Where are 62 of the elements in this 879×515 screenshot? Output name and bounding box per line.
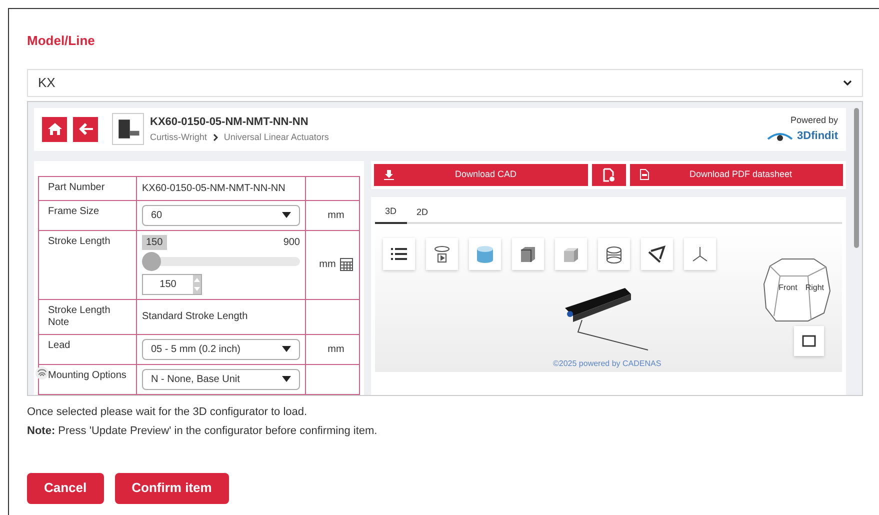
home-button[interactable]: [42, 116, 67, 142]
pdf-file-icon: [640, 169, 648, 180]
row-label: Stroke Length Note: [48, 304, 112, 328]
cell-value: KX60-0150-05-NM-NMT-NN-NN: [142, 182, 286, 196]
confirm-button[interactable]: Confirm item: [114, 472, 229, 504]
breadcrumb-link[interactable]: Curtiss-Wright: [150, 130, 207, 144]
number-field[interactable]: 150: [142, 274, 202, 294]
info-text: Note: Press 'Update Preview' in the configurator before confirming item.: [27, 424, 378, 439]
row-label: Stroke Length: [48, 236, 112, 248]
row-label: Lead: [48, 340, 72, 352]
chevron-right-icon: [212, 134, 218, 141]
download-icon: [384, 170, 394, 180]
brand-logo: 3Dfindit: [797, 128, 838, 144]
view-cube-drawing: [762, 256, 832, 322]
select-field[interactable]: N - None, Base Unit: [142, 368, 300, 390]
part-number-title: KX60-0150-05-NM-NMT-NN-NN: [150, 115, 310, 130]
home-icon: [48, 123, 62, 135]
info-text: Once selected please wait for the 3D configurator to load.: [27, 404, 308, 420]
cancel-button[interactable]: Cancel: [27, 472, 104, 504]
row-label: Part Number: [48, 182, 106, 194]
breadcrumb-link[interactable]: Universal Linear Actuators: [224, 130, 329, 144]
tool-button[interactable]: [641, 238, 673, 270]
fingerprint-icon[interactable]: [35, 366, 49, 380]
slider-min: 150: [142, 234, 167, 250]
unit-label: mm: [328, 342, 344, 356]
unit-label: mm: [319, 258, 336, 272]
cube-face-label: Right: [805, 282, 824, 294]
download-button[interactable]: Download CAD: [374, 164, 588, 186]
tool-button[interactable]: [598, 238, 630, 270]
calculator-icon[interactable]: [340, 258, 353, 271]
view-tab[interactable]: 2D: [406, 204, 438, 224]
scrollbar[interactable]: [854, 108, 859, 248]
select-field[interactable]: 05 - 5 mm (0.2 inch): [142, 338, 300, 360]
fullscreen-icon: [801, 334, 817, 348]
unit-label: mm: [328, 208, 344, 222]
slider-max: 900: [283, 236, 300, 250]
measure-icon: [646, 244, 668, 264]
row-label: Mounting Options: [48, 370, 127, 382]
section-title: Model/Line: [27, 32, 96, 50]
product-thumbnail-icon: [112, 113, 144, 145]
settings-file-button[interactable]: [592, 164, 626, 186]
cell-value: Standard Stroke Length: [142, 310, 249, 324]
row-label: Frame Size: [48, 206, 100, 218]
model-select[interactable]: KX: [27, 68, 863, 96]
back-button[interactable]: [73, 116, 98, 142]
chevron-down-icon: [843, 80, 852, 86]
download-button[interactable]: Download PDF datasheet: [630, 164, 843, 186]
tool-button[interactable]: [512, 238, 544, 270]
arrow-left-icon: [78, 123, 92, 135]
cylinder-icon: [474, 244, 496, 264]
slider-thumb[interactable]: [142, 252, 161, 270]
credit-text: ©2025 powered by CADENAS: [553, 358, 662, 370]
eye-logo-icon: [767, 130, 794, 141]
fullscreen-button[interactable]: [794, 326, 824, 356]
caret-icon: [282, 376, 291, 382]
tool-button[interactable]: [383, 238, 415, 270]
cube-face-label: Front: [778, 282, 798, 294]
caret-icon: [282, 346, 291, 352]
powered-by-label: Powered by: [790, 114, 838, 127]
tool-button[interactable]: [426, 238, 458, 270]
select-field[interactable]: 60: [142, 204, 300, 226]
caret-icon: [282, 212, 291, 218]
